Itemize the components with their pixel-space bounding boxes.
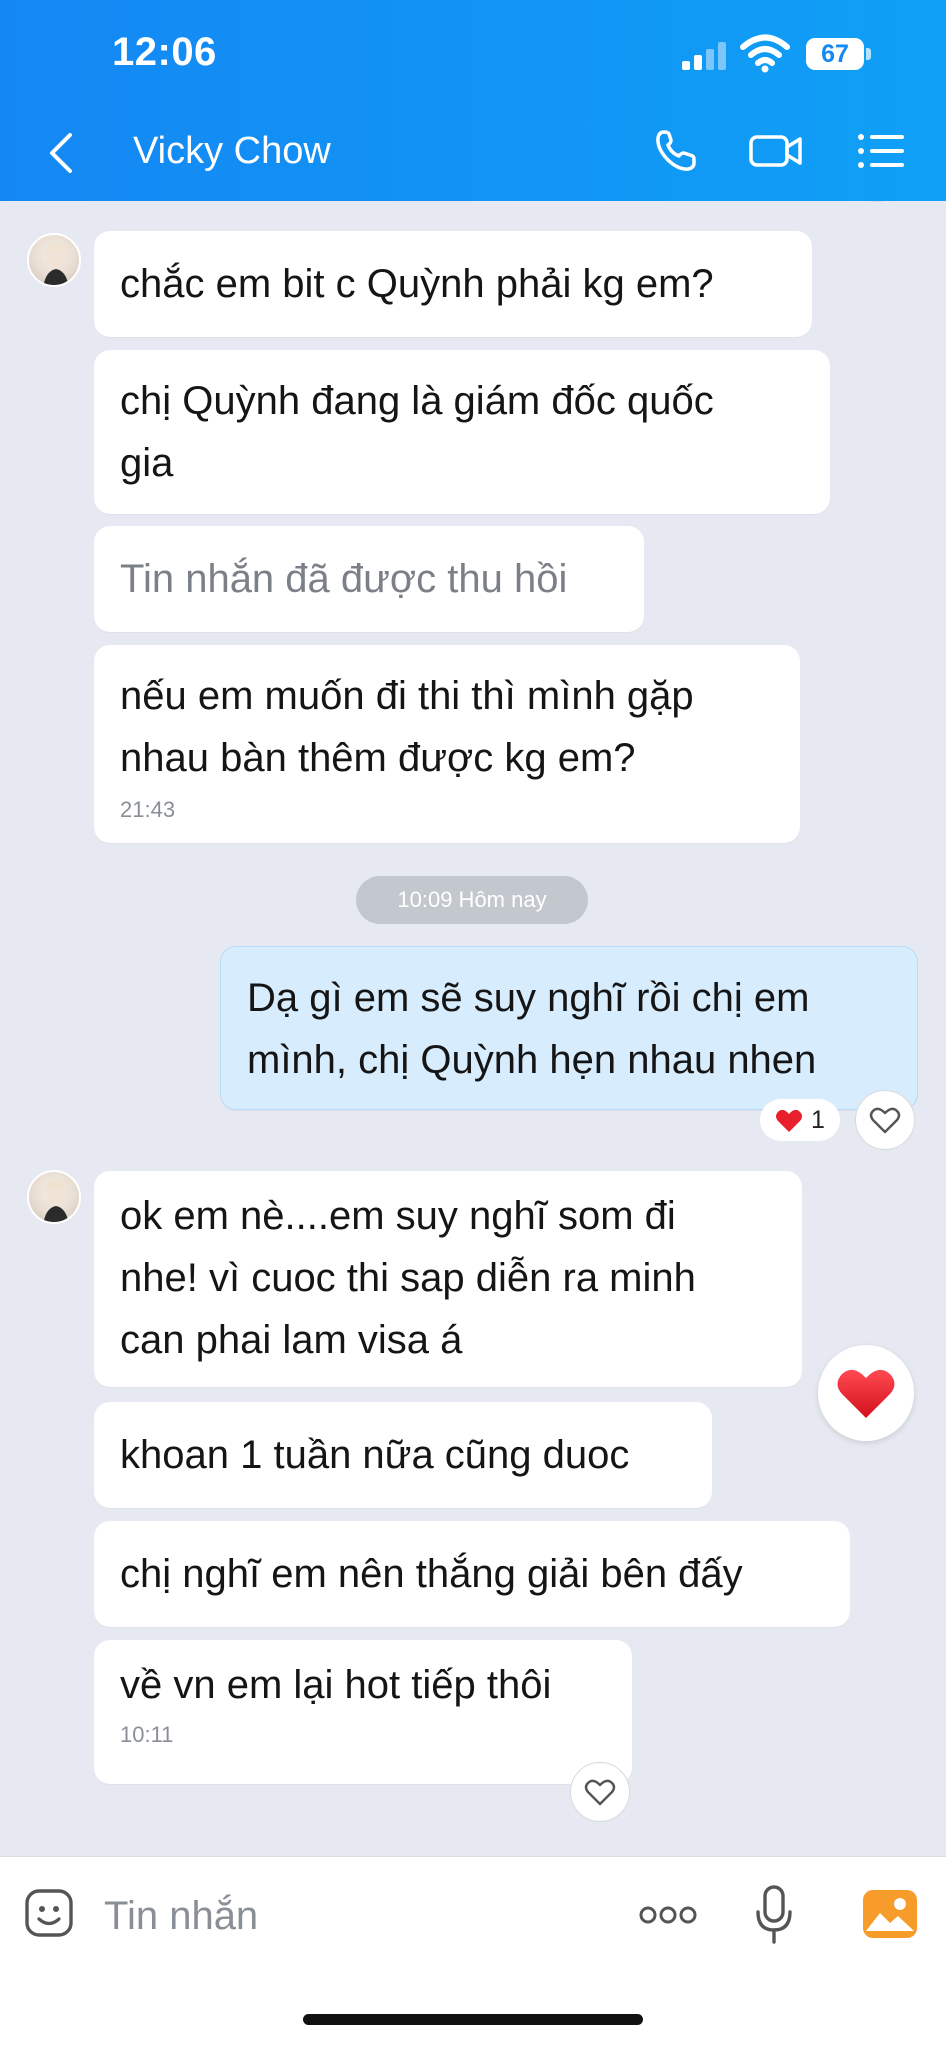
chat-header: 12:06 67 Vicky Chow (0, 0, 946, 201)
status-time: 12:06 (112, 30, 217, 74)
menu-list-icon[interactable] (852, 126, 908, 176)
message-time: 21:43 (120, 797, 176, 822)
message-text: chị Quỳnh đang là giám đốc quốc gia (120, 379, 714, 485)
image-gallery-icon[interactable] (862, 1889, 918, 1939)
sent-message-bubble[interactable]: Dạ gì em sẽ suy nghĩ rồi chị em mình, ch… (220, 946, 918, 1110)
cellular-signal-icon (682, 40, 730, 70)
message-bubble[interactable]: khoan 1 tuần nữa cũng duoc (94, 1402, 712, 1508)
message-bubble[interactable]: ok em nè....em suy nghĩ som đi nhe! vì c… (94, 1171, 802, 1387)
video-call-icon[interactable] (748, 126, 804, 176)
microphone-icon[interactable] (754, 1884, 794, 1946)
message-text: nếu em muốn đi thi thì mình gặp nhau bàn… (120, 674, 694, 780)
avatar[interactable] (27, 233, 81, 287)
message-bubble[interactable]: chị Quỳnh đang là giám đốc quốc gia (94, 350, 830, 514)
message-text: Dạ gì em sẽ suy nghĩ rồi chị em mình, ch… (247, 976, 817, 1082)
contact-name[interactable]: Vicky Chow (133, 130, 331, 173)
heart-outline-icon (584, 1779, 616, 1806)
avatar[interactable] (27, 1170, 81, 1224)
message-text: chắc em bit c Quỳnh phải kg em? (120, 262, 714, 306)
recalled-message-text: Tin nhắn đã được thu hồi (120, 557, 568, 601)
message-input[interactable]: Tin nhắn (104, 1886, 544, 1946)
like-button[interactable] (570, 1762, 630, 1822)
heart-icon (837, 1369, 895, 1418)
wifi-icon (740, 34, 790, 73)
message-time: 10:11 (120, 1722, 174, 1747)
battery-tip (866, 48, 871, 60)
message-text: chị nghĩ em nên thắng giải bên đấy (120, 1552, 743, 1596)
home-indicator (303, 2014, 643, 2025)
message-text: ok em nè....em suy nghĩ som đi nhe! vì c… (120, 1194, 696, 1362)
heart-reaction-icon (776, 1109, 803, 1132)
reaction-count: 1 (811, 1105, 825, 1134)
message-text: khoan 1 tuần nữa cũng duoc (120, 1433, 630, 1477)
message-text: về vn em lại hot tiếp thôi (120, 1663, 552, 1707)
battery-icon: 67 (806, 38, 864, 70)
date-separator: 10:09 Hôm nay (356, 876, 588, 924)
sticker-icon[interactable] (24, 1888, 74, 1942)
recalled-message-bubble[interactable]: Tin nhắn đã được thu hồi (94, 526, 644, 632)
phone-call-icon[interactable] (650, 126, 706, 176)
back-button[interactable] (44, 131, 80, 175)
like-button[interactable] (855, 1090, 915, 1150)
more-options-icon[interactable] (638, 1903, 698, 1927)
message-bubble[interactable]: chắc em bit c Quỳnh phải kg em? (94, 231, 812, 337)
heart-outline-icon (869, 1107, 901, 1134)
message-bubble[interactable]: về vn em lại hot tiếp thôi 10:11 (94, 1640, 632, 1784)
message-bubble[interactable]: chị nghĩ em nên thắng giải bên đấy (94, 1521, 850, 1627)
reaction-summary[interactable]: 1 (760, 1099, 840, 1141)
message-bubble[interactable]: nếu em muốn đi thi thì mình gặp nhau bàn… (94, 645, 800, 843)
heart-reaction-button[interactable] (818, 1345, 914, 1441)
